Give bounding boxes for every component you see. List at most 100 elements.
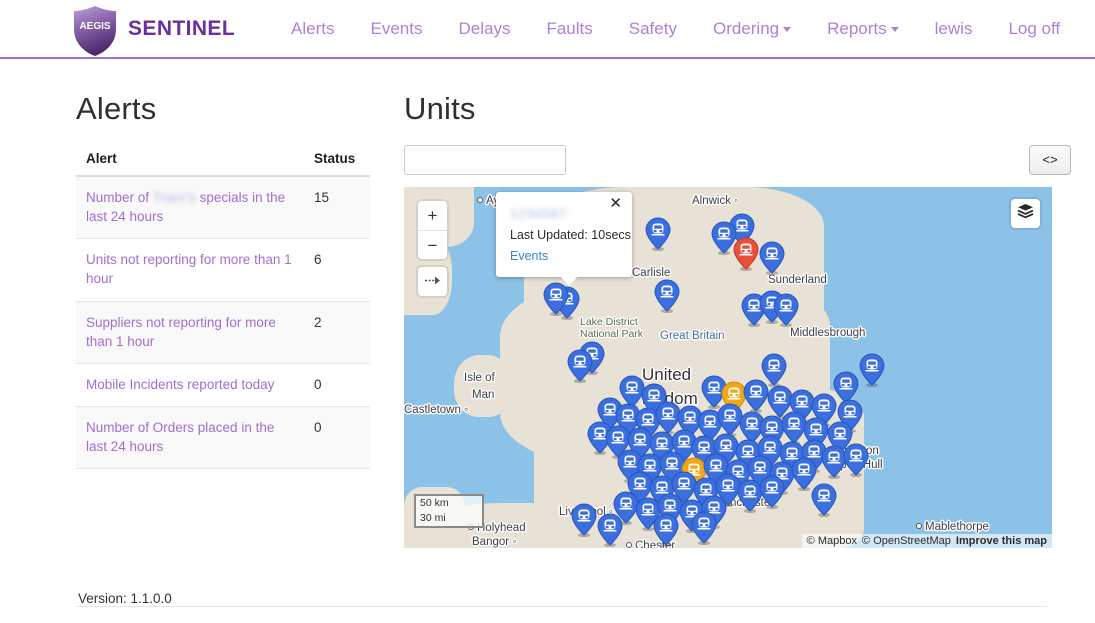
compass-reset-button[interactable] <box>418 267 447 296</box>
alert-status-value: 2 <box>304 301 370 363</box>
nav-label-safety: Safety <box>629 19 677 38</box>
alert-link[interactable]: Number of Train's specials in the last 2… <box>86 190 285 224</box>
units-toolbar: <> <box>404 145 1071 175</box>
nav-item-safety: Safety <box>611 9 695 49</box>
primary-nav: Alerts Events Delays Faults Safety Order… <box>273 9 917 49</box>
content-columns: Alerts Alert Status Number of Train's sp… <box>0 59 1071 606</box>
code-view-button[interactable]: <> <box>1029 145 1071 175</box>
table-row[interactable]: Units not reporting for more than 1 hour… <box>76 239 370 301</box>
nav-label-faults: Faults <box>546 19 592 38</box>
map-unit-marker[interactable] <box>597 513 623 547</box>
map-unit-marker[interactable] <box>571 503 597 537</box>
log-off-link[interactable]: Log off <box>990 9 1078 49</box>
zoom-in-button[interactable]: + <box>418 201 447 230</box>
compass-icon <box>424 273 441 291</box>
map-unit-marker[interactable] <box>567 349 593 383</box>
layers-icon <box>1017 203 1034 224</box>
alert-status-value: 6 <box>304 239 370 301</box>
map-unit-marker[interactable] <box>654 279 680 313</box>
nav-link-ordering[interactable]: Ordering <box>695 9 809 49</box>
alert-status-value: 15 <box>304 176 370 239</box>
alert-label-cell: Number of Train's specials in the last 2… <box>76 176 304 239</box>
nav-link-delays[interactable]: Delays <box>441 9 529 49</box>
top-navigation-bar: AEGIS SENTINEL Alerts Events Delays Faul… <box>0 0 1095 59</box>
table-row[interactable]: Suppliers not reporting for more than 1 … <box>76 301 370 363</box>
aegis-shield-icon: AEGIS <box>72 5 118 57</box>
nav-item-reports: Reports <box>809 9 917 49</box>
alert-label-cell: Units not reporting for more than 1 hour <box>76 239 304 301</box>
units-panel: Units <> AyrAlnwick ◦Carl <box>386 71 1071 606</box>
column-header-status: Status <box>304 145 370 176</box>
alert-link[interactable]: Mobile Incidents reported today <box>86 377 274 392</box>
popup-events-link[interactable]: Events <box>510 249 548 263</box>
alert-status-value: 0 <box>304 407 370 469</box>
brand-name: SENTINEL <box>128 17 235 41</box>
popup-title-redacted: 1234567 <box>510 206 618 221</box>
map-attribution: © Mapbox © OpenStreetMap Improve this ma… <box>802 534 1052 548</box>
nav-link-safety[interactable]: Safety <box>611 9 695 49</box>
map-unit-marker[interactable] <box>543 282 569 316</box>
map-layers-button[interactable] <box>1011 199 1040 228</box>
nav-link-alerts[interactable]: Alerts <box>273 9 352 49</box>
map-zoom-controls: + − <box>418 201 447 259</box>
nav-item-ordering: Ordering <box>695 9 809 49</box>
zoom-out-button[interactable]: − <box>418 230 447 259</box>
alert-label-cell: Number of Orders placed in the last 24 h… <box>76 407 304 469</box>
chevron-down-icon <box>783 27 791 32</box>
nav-link-reports[interactable]: Reports <box>809 9 917 49</box>
nav-label-ordering: Ordering <box>713 19 779 38</box>
map-unit-marker[interactable] <box>759 241 785 275</box>
map-unit-marker[interactable] <box>773 293 799 327</box>
nav-label-delays: Delays <box>459 19 511 38</box>
map-unit-marker[interactable] <box>645 217 671 251</box>
land-shape-isle-of-man <box>454 355 510 417</box>
scale-mi: 30 mi <box>414 511 484 528</box>
alerts-panel: Alerts Alert Status Number of Train's sp… <box>76 71 386 606</box>
alerts-heading: Alerts <box>76 91 386 127</box>
search-input[interactable] <box>404 145 566 175</box>
nav-link-faults[interactable]: Faults <box>528 9 610 49</box>
map-unit-marker[interactable] <box>811 483 837 517</box>
user-nav: lewis Log off <box>917 9 1078 49</box>
map-unit-marker[interactable] <box>859 353 885 387</box>
alert-label-cell: Suppliers not reporting for more than 1 … <box>76 301 304 363</box>
units-map[interactable]: AyrAlnwick ◦CarlisleSunderlandMiddlesbro… <box>404 187 1052 548</box>
map-unit-marker[interactable] <box>653 513 679 547</box>
nav-item-alerts: Alerts <box>273 9 352 49</box>
redacted-value: Train's <box>153 188 196 207</box>
map-unit-marker[interactable] <box>843 443 869 477</box>
alert-link[interactable]: Number of Orders placed in the last 24 h… <box>86 420 274 454</box>
nav-link-events[interactable]: Events <box>353 9 441 49</box>
version-label: Version: 1.1.0.0 <box>76 591 386 606</box>
attribution-osm: © OpenStreetMap <box>862 535 951 547</box>
page-footer: © 2015 – 2017 Incremental Solutions Ltd <box>76 606 1047 623</box>
alert-text-prefix: Number of <box>86 190 153 205</box>
attribution-mapbox: © Mapbox <box>807 535 857 547</box>
map-unit-marker[interactable] <box>691 511 717 545</box>
table-row[interactable]: Number of Orders placed in the last 24 h… <box>76 407 370 469</box>
map-unit-marker[interactable] <box>759 475 785 509</box>
popup-last-updated: Last Updated: 10secs <box>510 228 618 242</box>
brand-logo-link[interactable]: AEGIS SENTINEL <box>72 1 235 57</box>
nav-item-delays: Delays <box>441 9 529 49</box>
table-row[interactable]: Number of Train's specials in the last 2… <box>76 176 370 239</box>
user-account-link[interactable]: lewis <box>917 9 991 49</box>
alerts-table-head: Alert Status <box>76 145 370 176</box>
alert-label-cell: Mobile Incidents reported today <box>76 363 304 406</box>
table-row[interactable]: Mobile Incidents reported today 0 <box>76 363 370 406</box>
nav-label-reports: Reports <box>827 19 887 38</box>
map-unit-marker[interactable] <box>733 237 759 271</box>
scale-km: 50 km <box>414 494 484 511</box>
nav-label-alerts: Alerts <box>291 19 334 38</box>
column-header-alert: Alert <box>76 145 304 176</box>
alert-status-value: 0 <box>304 363 370 406</box>
nav-item-events: Events <box>353 9 441 49</box>
alerts-table-body: Number of Train's specials in the last 2… <box>76 176 370 469</box>
alert-link[interactable]: Suppliers not reporting for more than 1 … <box>86 315 276 349</box>
table-header-row: Alert Status <box>76 145 370 176</box>
nav-item-faults: Faults <box>528 9 610 49</box>
alert-link[interactable]: Units not reporting for more than 1 hour <box>86 252 292 286</box>
map-unit-marker[interactable] <box>743 379 769 413</box>
improve-this-map-link[interactable]: Improve this map <box>956 535 1047 547</box>
page-container: Alerts Alert Status Number of Train's sp… <box>0 59 1095 623</box>
